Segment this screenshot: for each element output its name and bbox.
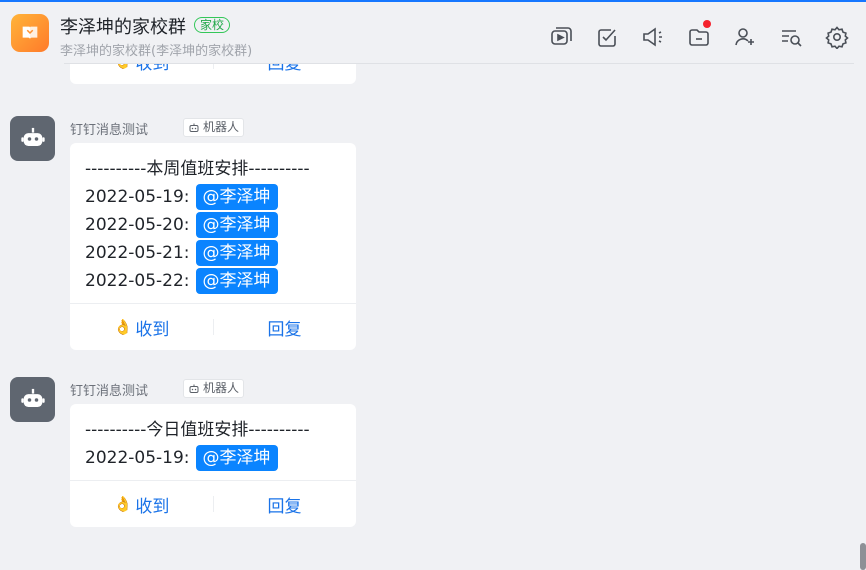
announcement-button[interactable] bbox=[640, 24, 666, 50]
card-actions: 👌 收到 回复 bbox=[70, 64, 356, 84]
reply-label: 回复 bbox=[267, 319, 302, 340]
bot-avatar[interactable] bbox=[10, 116, 55, 161]
card-body: ----------今日值班安排---------- 2022-05-19: @李… bbox=[70, 404, 356, 480]
announcement-icon bbox=[643, 27, 662, 47]
ok-hand-icon: 👌 bbox=[113, 495, 133, 513]
reply-label: 回复 bbox=[267, 496, 302, 517]
home-school-badge: 家校 bbox=[194, 17, 231, 33]
ack-button[interactable]: 👌 收到 bbox=[70, 315, 213, 340]
mention-chip[interactable]: @李泽坤 bbox=[195, 268, 278, 294]
robot-small-icon bbox=[189, 384, 199, 393]
mention-chip[interactable]: @李泽坤 bbox=[195, 240, 278, 266]
add-member-icon bbox=[735, 28, 754, 46]
book-icon bbox=[22, 26, 38, 40]
card-actions: 👌 收到 回复 bbox=[70, 303, 356, 350]
robot-tag-label: 机器人 bbox=[203, 120, 240, 134]
message-card-weekly: ----------本周值班安排---------- 2022-05-19: @李… bbox=[70, 143, 356, 350]
video-button[interactable] bbox=[548, 24, 574, 50]
scrollbar-thumb[interactable] bbox=[860, 543, 866, 570]
sender-name[interactable]: 钉钉消息测试 bbox=[70, 119, 148, 138]
card-heading: ----------本周值班安排---------- bbox=[85, 159, 310, 179]
duty-row: 2022-05-21: @李泽坤 bbox=[85, 239, 356, 267]
task-button[interactable] bbox=[594, 24, 620, 50]
duty-date: 2022-05-19: bbox=[85, 448, 190, 468]
duty-date: 2022-05-21: bbox=[85, 243, 190, 263]
robot-tag-label: 机器人 bbox=[203, 381, 240, 395]
robot-tag: 机器人 bbox=[183, 118, 245, 137]
duty-date: 2022-05-20: bbox=[85, 215, 190, 235]
add-member-button[interactable] bbox=[732, 24, 758, 50]
ack-label: 收到 bbox=[135, 64, 169, 74]
message-card-daily: ----------今日值班安排---------- 2022-05-19: @李… bbox=[70, 404, 356, 527]
duty-row: 2022-05-20: @李泽坤 bbox=[85, 211, 356, 239]
robot-small-icon bbox=[189, 123, 199, 132]
robot-icon bbox=[20, 127, 45, 146]
group-title[interactable]: 李泽坤的家校群 bbox=[60, 13, 186, 39]
card-body: ----------本周值班安排---------- 2022-05-19: @李… bbox=[70, 143, 356, 303]
sender-name[interactable]: 钉钉消息测试 bbox=[70, 380, 148, 399]
robot-tag: 机器人 bbox=[183, 379, 245, 398]
group-avatar[interactable] bbox=[11, 14, 49, 52]
message-card-previous: 👌 收到 回复 bbox=[70, 64, 356, 84]
reply-button[interactable]: 回复 bbox=[213, 492, 356, 517]
card-actions: 👌 收到 回复 bbox=[70, 480, 356, 527]
chat-header: 李泽坤的家校群 家校 李泽坤的家校群(李泽坤的家校群) bbox=[0, 2, 866, 64]
card-heading: ----------今日值班安排---------- bbox=[85, 420, 310, 440]
group-subtitle: 李泽坤的家校群(李泽坤的家校群) bbox=[60, 44, 253, 59]
bot-avatar[interactable] bbox=[10, 377, 55, 422]
folder-icon bbox=[689, 29, 709, 46]
reply-label: 回复 bbox=[268, 64, 302, 74]
task-check-icon bbox=[598, 29, 616, 47]
duty-row: 2022-05-22: @李泽坤 bbox=[85, 267, 356, 295]
ack-label: 收到 bbox=[135, 319, 170, 340]
ok-hand-icon: 👌 bbox=[114, 64, 133, 70]
duty-date: 2022-05-22: bbox=[85, 271, 190, 291]
settings-icon bbox=[825, 26, 849, 49]
reply-button[interactable]: 回复 bbox=[213, 64, 356, 74]
video-icon bbox=[551, 27, 572, 45]
search-messages-icon bbox=[782, 30, 802, 47]
duty-date: 2022-05-19: bbox=[85, 187, 190, 207]
ack-label: 收到 bbox=[135, 496, 170, 517]
duty-row: 2022-05-19: @李泽坤 bbox=[85, 183, 356, 211]
search-messages-button[interactable] bbox=[778, 24, 804, 50]
robot-icon bbox=[20, 388, 45, 407]
ack-button[interactable]: 👌 收到 bbox=[70, 492, 213, 517]
ok-hand-icon: 👌 bbox=[113, 318, 133, 336]
mention-chip[interactable]: @李泽坤 bbox=[195, 445, 278, 471]
notification-dot bbox=[703, 20, 711, 28]
mention-chip[interactable]: @李泽坤 bbox=[195, 184, 278, 210]
duty-row: 2022-05-19: @李泽坤 bbox=[85, 444, 356, 472]
ack-button[interactable]: 👌 收到 bbox=[70, 64, 213, 74]
settings-button[interactable] bbox=[824, 24, 850, 50]
reply-button[interactable]: 回复 bbox=[213, 315, 356, 340]
mention-chip[interactable]: @李泽坤 bbox=[195, 212, 278, 238]
files-button[interactable] bbox=[686, 20, 712, 50]
message-list[interactable]: 👌 收到 回复 钉钉消息测试 机器人 ----------本周值班安排-----… bbox=[0, 64, 866, 570]
header-toolbar bbox=[548, 20, 850, 50]
